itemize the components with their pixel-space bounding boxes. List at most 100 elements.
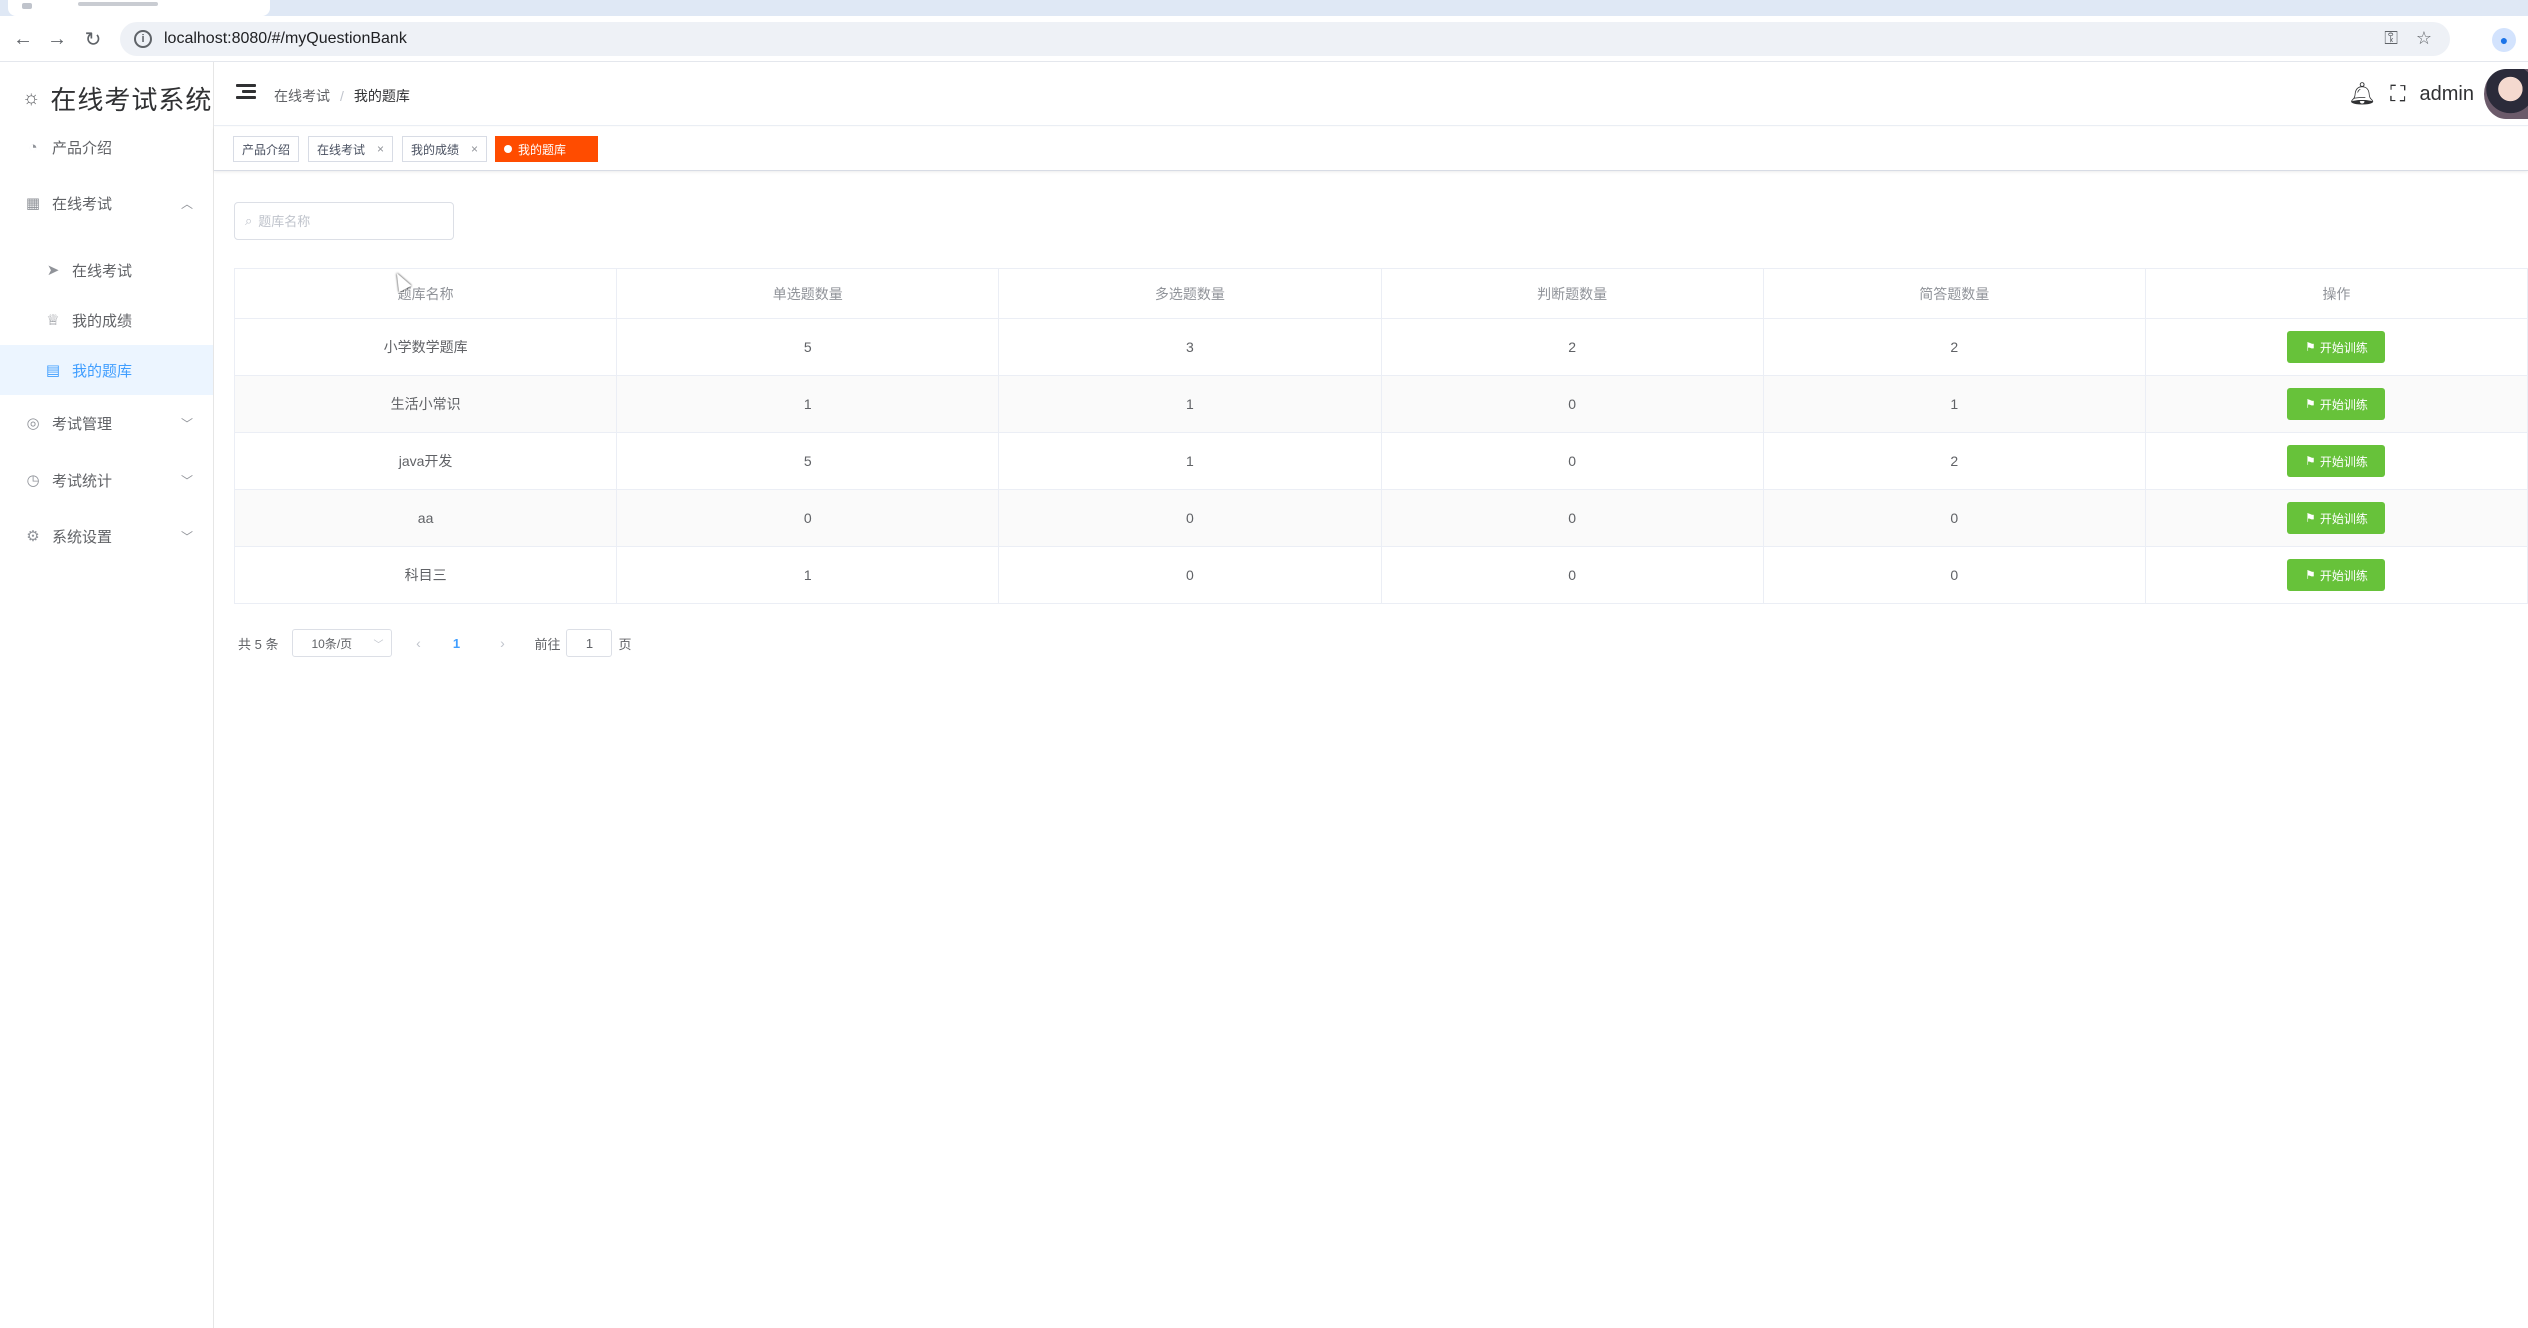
tag-label: 在线考试 — [317, 142, 366, 157]
flag-icon: ⚑ — [2305, 340, 2316, 354]
multiple-choice-count-cell: 0 — [999, 547, 1382, 603]
goto-suffix: 页 — [618, 636, 632, 652]
page-size-value: 10条/页 — [311, 636, 353, 651]
browser-tab[interactable] — [8, 0, 270, 16]
sidebar-item-my-question-bank[interactable]: ▤ 我的题库 — [0, 345, 213, 395]
sidebar-item-label: 在线考试 — [52, 195, 113, 213]
table-row: 小学数学题库 5 3 2 2 ⚑ 开始训练 — [235, 319, 2528, 376]
single-choice-count-cell: 1 — [617, 376, 1000, 432]
search-icon: ⌕ — [245, 213, 253, 228]
hamburger-menu-icon[interactable] — [236, 84, 256, 100]
chevron-up-icon: ︿ — [180, 196, 193, 211]
sidebar-item-product-intro[interactable]: ◔ 产品介绍 — [0, 122, 213, 172]
tab-favicon-icon — [22, 3, 32, 9]
short-answer-count-cell: 2 — [1764, 433, 2146, 489]
close-icon[interactable]: × — [471, 142, 478, 156]
multiple-choice-count-cell: 1 — [999, 376, 1382, 432]
paper-plane-icon: ➤ — [46, 262, 60, 279]
search-box[interactable]: ⌕ — [234, 202, 454, 240]
tags-view: 产品介绍 在线考试 × 我的成绩 × 我的题库 — [214, 127, 2528, 171]
goto-page-input[interactable]: 1 — [566, 629, 613, 657]
start-training-button[interactable]: ⚑ 开始训练 — [2287, 445, 2386, 477]
tag-my-question-bank[interactable]: 我的题库 — [495, 136, 598, 162]
grid-icon: ▦ — [25, 195, 41, 212]
true-false-count-cell: 0 — [1382, 547, 1764, 603]
start-training-button[interactable]: ⚑ 开始训练 — [2287, 388, 2386, 420]
breadcrumb-separator: / — [340, 88, 344, 104]
tag-label: 产品介绍 — [242, 142, 291, 157]
browser-profile-icon[interactable]: ● — [2492, 28, 2516, 52]
sidebar-item-my-scores[interactable]: ♕ 我的成绩 — [0, 295, 213, 345]
password-key-icon[interactable]: ⚿ — [2384, 28, 2398, 49]
tag-product-intro[interactable]: 产品介绍 — [233, 136, 300, 162]
dashboard-gauge-icon: ◔ — [28, 138, 38, 156]
action-cell: ⚑ 开始训练 — [2146, 433, 2528, 489]
page-number[interactable]: 1 — [440, 636, 472, 651]
bookmark-star-icon[interactable]: ☆ — [2416, 28, 2432, 49]
forward-arrow-icon[interactable]: → — [42, 24, 72, 54]
sidebar-group-exam-management[interactable]: ◎ 考试管理 ﹀ — [0, 398, 213, 448]
start-training-button[interactable]: ⚑ 开始训练 — [2287, 559, 2386, 591]
action-cell: ⚑ 开始训练 — [2146, 376, 2528, 432]
question-bank-name-input[interactable] — [258, 213, 439, 229]
prev-page-icon[interactable]: ‹ — [400, 635, 436, 651]
flag-icon: ⚑ — [2305, 397, 2316, 411]
bank-name-cell: 科目三 — [235, 547, 618, 603]
tab-title-placeholder — [78, 2, 158, 6]
breadcrumb-current: 我的题库 — [353, 88, 410, 104]
multiple-choice-count-cell: 3 — [999, 319, 1382, 375]
multiple-choice-count-cell: 1 — [999, 433, 1382, 489]
sidebar-item-label: 系统设置 — [52, 528, 113, 546]
close-icon[interactable]: × — [377, 142, 384, 156]
pagination-total: 共 5 条 — [238, 636, 279, 652]
trophy-icon: ♕ — [46, 312, 60, 329]
action-cell: ⚑ 开始训练 — [2146, 319, 2528, 375]
single-choice-count-cell: 5 — [617, 319, 1000, 375]
true-false-count-cell: 2 — [1382, 319, 1764, 375]
back-arrow-icon[interactable]: ← — [8, 24, 38, 54]
gear-icon: ⚙ — [26, 528, 40, 545]
avatar[interactable] — [2484, 69, 2528, 119]
username[interactable]: admin — [2420, 83, 2474, 106]
start-training-button[interactable]: ⚑ 开始训练 — [2287, 331, 2386, 363]
action-cell: ⚑ 开始训练 — [2146, 547, 2528, 603]
short-answer-count-cell: 1 — [1764, 376, 2146, 432]
button-label: 开始训练 — [2319, 568, 2368, 583]
navbar-right: 🔔︎ ⛶ admin — [2348, 62, 2528, 126]
address-bar[interactable]: i localhost:8080/#/myQuestionBank ⚿ ☆ — [120, 22, 2450, 56]
flag-icon: ⚑ — [2305, 454, 2316, 468]
sidebar-item-label: 考试统计 — [52, 472, 113, 490]
sidebar-group-exam-statistics[interactable]: ◷ 考试统计 ﹀ — [0, 455, 213, 505]
start-training-button[interactable]: ⚑ 开始训练 — [2287, 502, 2386, 534]
table-row: aa 0 0 0 0 ⚑ 开始训练 — [235, 490, 2528, 547]
reload-icon[interactable]: ↻ — [78, 24, 108, 54]
sidebar-group-online-exam[interactable]: ▦ 在线考试 ︿ — [0, 178, 213, 228]
button-label: 开始训练 — [2319, 511, 2368, 526]
sidebar-item-label: 产品介绍 — [52, 139, 113, 157]
sidebar-group-system-settings[interactable]: ⚙ 系统设置 ﹀ — [0, 511, 213, 561]
table-row: java开发 5 1 0 2 ⚑ 开始训练 — [235, 433, 2528, 490]
site-info-icon[interactable]: i — [134, 30, 152, 48]
page-size-select[interactable]: 10条/页 ﹀ — [292, 629, 393, 657]
short-answer-count-cell: 2 — [1764, 319, 2146, 375]
sidebar-item-label: 我的成绩 — [72, 312, 133, 330]
fullscreen-icon[interactable]: ⛶ — [2390, 81, 2405, 107]
sidebar-item-label: 我的题库 — [72, 362, 133, 380]
bank-name-cell: 生活小常识 — [235, 376, 618, 432]
sidebar-item-online-exam[interactable]: ➤ 在线考试 — [0, 245, 213, 295]
tag-online-exam[interactable]: 在线考试 × — [308, 136, 394, 162]
breadcrumb-item[interactable]: 在线考试 — [274, 86, 330, 106]
tag-my-scores[interactable]: 我的成绩 × — [402, 136, 488, 162]
bell-icon[interactable]: 🔔︎ — [2348, 81, 2376, 107]
goto-prefix: 前往 — [534, 636, 561, 652]
true-false-count-cell: 0 — [1382, 490, 1764, 546]
chevron-down-icon: ﹀ — [180, 473, 193, 488]
chevron-down-icon: ﹀ — [180, 529, 193, 544]
system-title: 在线考试系统 — [50, 85, 213, 115]
flag-icon: ⚑ — [2305, 511, 2316, 525]
notebook-icon: ▤ — [45, 362, 61, 379]
next-page-icon[interactable]: › — [484, 635, 520, 651]
column-header: 单选题数量 — [617, 269, 1000, 318]
settings-circle-icon: ◎ — [26, 415, 40, 432]
pie-chart-icon: ◷ — [26, 472, 40, 489]
